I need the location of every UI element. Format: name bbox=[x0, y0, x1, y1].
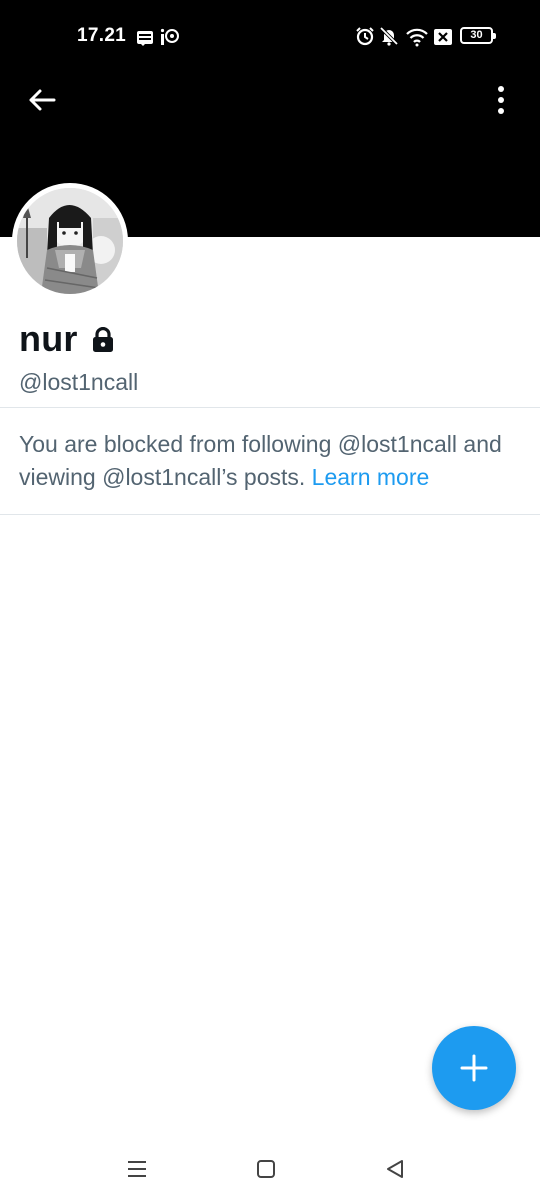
divider-bottom bbox=[0, 514, 540, 515]
sim-off-icon bbox=[434, 29, 452, 45]
webtoon-icon bbox=[137, 31, 153, 46]
recent-apps-button[interactable] bbox=[117, 1154, 157, 1184]
wifi-icon bbox=[406, 28, 428, 47]
status-bar: 17.21 30 bbox=[0, 0, 540, 72]
system-nav-bar bbox=[0, 1140, 540, 1200]
battery-level: 30 bbox=[470, 29, 483, 41]
arrow-left-icon bbox=[29, 89, 56, 111]
bell-muted-icon bbox=[379, 26, 399, 46]
profile-name-row: nur bbox=[19, 318, 114, 360]
system-back-button[interactable] bbox=[375, 1154, 415, 1184]
lock-icon bbox=[92, 327, 113, 352]
more-vertical-icon bbox=[498, 86, 504, 114]
compose-button[interactable] bbox=[432, 1026, 516, 1110]
alarm-icon bbox=[356, 27, 374, 46]
profile-name: nur bbox=[19, 318, 78, 359]
blocked-notice-text: You are blocked from following @lost1nca… bbox=[19, 431, 502, 490]
back-triangle-icon bbox=[387, 1160, 403, 1178]
learn-more-link[interactable]: Learn more bbox=[312, 464, 430, 490]
avatar-image bbox=[17, 188, 123, 294]
app-notification-icon bbox=[160, 28, 179, 45]
status-time: 17.21 bbox=[77, 25, 127, 46]
more-options-button[interactable] bbox=[481, 80, 521, 120]
blocked-notice: You are blocked from following @lost1nca… bbox=[19, 428, 524, 494]
back-button[interactable] bbox=[22, 80, 62, 120]
avatar[interactable] bbox=[12, 183, 128, 299]
home-icon bbox=[257, 1160, 275, 1178]
profile-handle: @lost1ncall bbox=[19, 369, 139, 395]
divider-top bbox=[0, 407, 540, 408]
plus-icon bbox=[460, 1054, 488, 1082]
menu-icon bbox=[128, 1161, 146, 1177]
battery-icon: 30 bbox=[460, 27, 496, 44]
home-button[interactable] bbox=[246, 1154, 286, 1184]
